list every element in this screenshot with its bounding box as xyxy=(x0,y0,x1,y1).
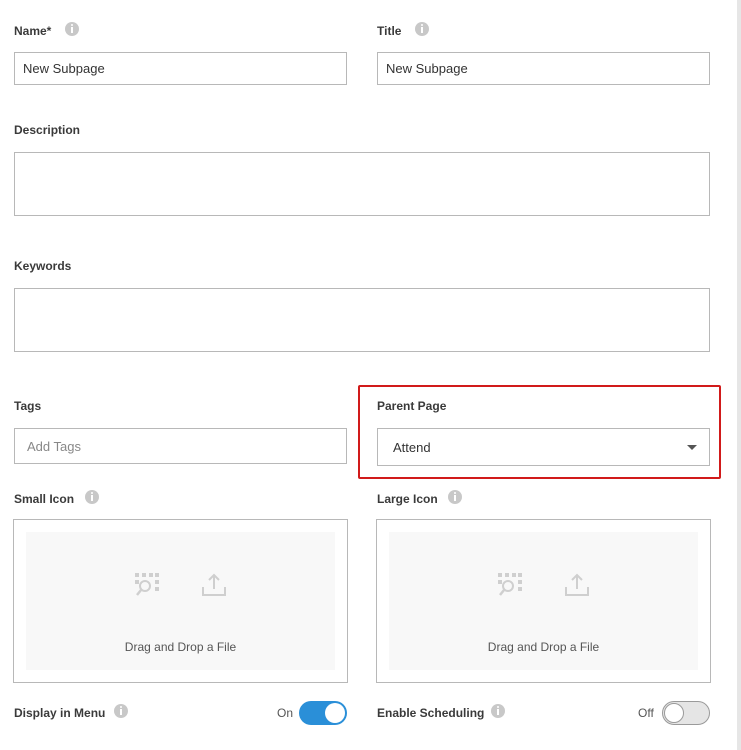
name-input[interactable]: New Subpage xyxy=(14,52,347,85)
keywords-textarea[interactable] xyxy=(14,288,710,352)
large-icon-label: Large Icon xyxy=(377,492,438,506)
dropzone-icons xyxy=(26,572,335,602)
keywords-label: Keywords xyxy=(14,259,72,273)
parent-page-label: Parent Page xyxy=(377,399,447,413)
info-icon[interactable] xyxy=(448,490,462,504)
small-icon-dropzone[interactable]: Drag and Drop a File xyxy=(13,519,348,683)
info-icon[interactable] xyxy=(491,704,505,718)
info-icon[interactable] xyxy=(415,22,429,36)
info-icon[interactable] xyxy=(114,704,128,718)
tags-input[interactable]: Add Tags xyxy=(14,428,347,464)
dropzone-icons xyxy=(389,572,698,602)
chevron-down-icon xyxy=(687,445,697,450)
info-icon[interactable] xyxy=(85,490,99,504)
title-input[interactable]: New Subpage xyxy=(377,52,710,85)
dropzone-area: Drag and Drop a File xyxy=(389,532,698,670)
enable-scheduling-toggle[interactable] xyxy=(662,701,710,725)
toggle-knob xyxy=(325,703,345,723)
name-label: Name* xyxy=(14,24,52,38)
image-search-icon xyxy=(498,573,522,596)
toggle-knob xyxy=(664,703,684,723)
parent-page-select[interactable]: Attend xyxy=(377,428,710,466)
upload-icon xyxy=(202,573,226,596)
info-icon[interactable] xyxy=(65,22,79,36)
parent-page-selected-value: Attend xyxy=(393,439,431,455)
small-icon-label: Small Icon xyxy=(14,492,75,506)
dropzone-text: Drag and Drop a File xyxy=(124,640,237,654)
title-label: Title xyxy=(377,24,402,38)
display-in-menu-state-label: On xyxy=(277,706,294,720)
dropzone-area: Drag and Drop a File xyxy=(26,532,335,670)
upload-icon xyxy=(565,573,589,596)
large-icon-dropzone[interactable]: Drag and Drop a File xyxy=(376,519,711,683)
scrollbar[interactable] xyxy=(737,0,741,750)
dropzone-text: Drag and Drop a File xyxy=(487,640,600,654)
display-in-menu-label: Display in Menu xyxy=(14,706,106,720)
enable-scheduling-label: Enable Scheduling xyxy=(377,706,485,720)
description-label: Description xyxy=(14,123,81,137)
enable-scheduling-state-label: Off xyxy=(638,706,654,720)
description-textarea[interactable] xyxy=(14,152,710,216)
tags-label: Tags xyxy=(14,399,42,413)
image-search-icon xyxy=(135,573,159,596)
display-in-menu-toggle[interactable] xyxy=(299,701,347,725)
